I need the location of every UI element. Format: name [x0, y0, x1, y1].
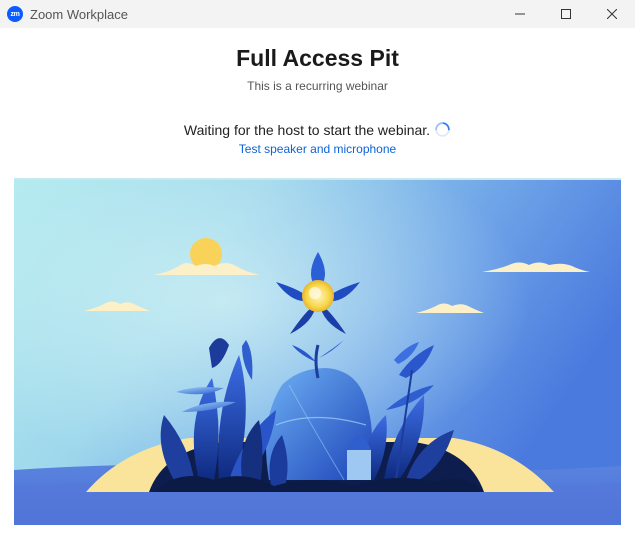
waiting-status-text: Waiting for the host to start the webina… [183, 121, 431, 138]
meeting-subtitle: This is a recurring webinar [247, 79, 388, 93]
window-title: Zoom Workplace [30, 6, 129, 22]
test-speaker-microphone-link[interactable]: Test speaker and microphone [0, 142, 635, 156]
meeting-title: Full Access Pit [236, 45, 399, 71]
flower-garden-illustration [14, 178, 621, 525]
close-icon [607, 9, 617, 19]
close-button[interactable] [589, 0, 635, 28]
maximize-button[interactable] [543, 0, 589, 28]
minimize-icon [515, 13, 525, 15]
window-titlebar: zm Zoom Workplace [0, 0, 635, 28]
window-controls [497, 0, 635, 28]
loading-spinner-icon [435, 122, 450, 137]
illustration-graphic [14, 180, 621, 525]
waiting-room-content: Full Access Pit This is a recurring webi… [0, 28, 635, 539]
minimize-button[interactable] [497, 0, 543, 28]
zoom-app-icon: zm [7, 6, 23, 22]
waiting-status-row: Waiting for the host to start the webina… [0, 121, 635, 138]
maximize-icon [561, 9, 571, 19]
